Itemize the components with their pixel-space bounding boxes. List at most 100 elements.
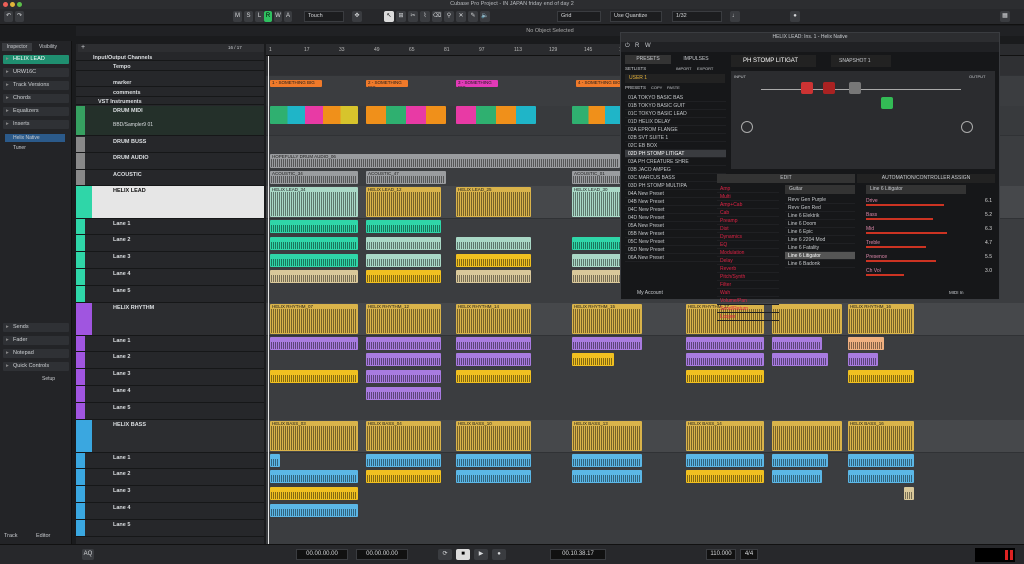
audio-event[interactable] <box>456 370 531 383</box>
preset-item[interactable]: 01D HELIX DELAY <box>625 118 726 126</box>
audio-event[interactable] <box>366 237 441 250</box>
audio-event[interactable] <box>456 254 531 267</box>
audio-event[interactable] <box>686 337 764 350</box>
lane-3[interactable]: Lane 3 <box>76 369 264 386</box>
right-locator[interactable]: 00.00.00.00 <box>356 549 408 560</box>
audio-event[interactable] <box>572 337 642 350</box>
audio-event[interactable] <box>456 353 531 366</box>
model-item[interactable]: Revv Gen Red <box>785 204 855 212</box>
insert-slot-1[interactable]: Helix Native <box>5 134 65 142</box>
audio-event[interactable] <box>456 337 531 350</box>
model-category-item[interactable]: Filter <box>717 281 779 289</box>
audio-event[interactable] <box>772 454 828 467</box>
time-display[interactable]: 00.10.38.17 <box>550 549 606 560</box>
audio-event[interactable]: HOPEFULLY DRUM AUDIO_06 <box>270 154 620 168</box>
audio-event[interactable] <box>270 370 358 383</box>
lane-1[interactable]: Lane 1 <box>76 336 264 352</box>
audio-event[interactable] <box>572 270 622 283</box>
track-vst-instruments[interactable]: VST Instruments <box>76 97 264 105</box>
audio-event[interactable] <box>848 337 884 350</box>
lane-3[interactable]: Lane 3 <box>76 252 264 269</box>
audio-event[interactable] <box>270 337 358 350</box>
audio-event[interactable] <box>572 254 622 267</box>
export-button[interactable]: EXPORT <box>697 66 713 71</box>
tab-track[interactable]: Track <box>4 533 18 539</box>
play-tool-icon[interactable]: 🔈 <box>480 11 490 22</box>
minimize-window-icon[interactable] <box>10 2 15 7</box>
preset-item[interactable]: 02B SVT SUITE 1 <box>625 134 726 142</box>
audio-event[interactable] <box>270 220 358 233</box>
preset-item[interactable]: 02A EPROM FLANGE <box>625 126 726 134</box>
parameter-slider[interactable]: Drive 6.1 <box>866 197 994 206</box>
model-item[interactable]: Line 6 Litigator <box>785 252 855 260</box>
audio-event[interactable]: HELIX RHYTHM_07 <box>270 304 358 334</box>
audio-event[interactable]: ACOUSTIC_34 <box>270 171 358 184</box>
model-category-item[interactable]: EQ <box>717 241 779 249</box>
model-category-item[interactable]: Pitch/Synth <box>717 273 779 281</box>
audio-event[interactable] <box>572 470 642 483</box>
inspector-section-inserts[interactable]: Inserts <box>3 120 69 129</box>
quantize-type-select[interactable]: Use Quantize <box>610 11 662 22</box>
mod-block[interactable] <box>881 97 893 109</box>
model-item[interactable]: Line 6 Fatality <box>785 244 855 252</box>
preset-item[interactable]: 02C EB BOX <box>625 142 726 150</box>
preset-item[interactable]: 01A TOKYO BASIC BAS <box>625 94 726 102</box>
audio-event[interactable] <box>270 237 358 250</box>
audio-event[interactable] <box>366 337 441 350</box>
audio-event[interactable] <box>366 270 441 283</box>
model-item[interactable]: Line 6 Badonk <box>785 260 855 268</box>
preset-item[interactable]: 04A New Preset <box>625 190 726 198</box>
tab-automation[interactable]: AUTOMATION/CONTROLLER ASSIGN <box>857 174 995 183</box>
mute-all-button[interactable]: M <box>233 11 242 22</box>
my-account-link[interactable]: My Account <box>637 290 663 296</box>
read-icon[interactable]: R <box>635 43 639 49</box>
model-category-item[interactable]: Reverb <box>717 265 779 273</box>
audio-event[interactable] <box>848 470 914 483</box>
parameter-slider[interactable]: Treble 4.7 <box>866 239 994 248</box>
audio-event[interactable] <box>772 337 822 350</box>
audio-event[interactable] <box>772 304 842 334</box>
preset-item[interactable]: 03B JACO AMPEG <box>625 166 726 174</box>
lane-5[interactable]: Lane 5 <box>76 520 264 537</box>
inspector-track-name[interactable]: HELIX LEAD <box>3 55 69 64</box>
aq-button[interactable]: AQ <box>82 549 94 560</box>
model-category-item[interactable]: Amp+Cab <box>717 201 779 209</box>
autoscroll-icon[interactable]: ✥ <box>352 11 362 22</box>
audio-event[interactable] <box>366 220 441 233</box>
audio-event[interactable] <box>366 470 441 483</box>
lane-2[interactable]: Lane 2 <box>76 352 264 369</box>
model-category-item[interactable]: Send/Return <box>717 305 779 313</box>
model-category-item[interactable]: Wah <box>717 289 779 297</box>
track-drum-audio[interactable]: DRUM AUDIO <box>76 153 264 170</box>
erase-tool-icon[interactable]: ⌫ <box>432 11 442 22</box>
tab-editor[interactable]: Editor <box>36 533 50 539</box>
tab-impulses[interactable]: IMPULSES <box>673 55 719 64</box>
read-automation-button[interactable]: R <box>264 11 272 22</box>
model-item[interactable]: Line 6 2204 Mod <box>785 236 855 244</box>
audio-event[interactable] <box>366 254 441 267</box>
preset-item[interactable]: 03C MARCUS BASS <box>625 174 726 182</box>
inspector-section-equalizers[interactable]: Equalizers <box>3 107 69 116</box>
lane-5[interactable]: Lane 5 <box>76 403 264 420</box>
tab-visibility[interactable]: Visibility <box>33 43 63 51</box>
track-helix-rhythm[interactable]: HELIX RHYTHM <box>76 303 264 336</box>
audio-event[interactable] <box>572 454 642 467</box>
parameter-slider[interactable]: Bass 5.2 <box>866 211 994 220</box>
model-category-item[interactable]: Looper <box>717 313 779 321</box>
audio-event[interactable]: HELIX RHYTHM_14 <box>456 304 531 334</box>
amp-block[interactable] <box>801 82 813 94</box>
tab-presets[interactable]: PRESETS <box>625 55 671 64</box>
inspector-section-routing[interactable]: URW16C <box>3 68 69 77</box>
model-category-item[interactable]: Preamp <box>717 217 779 225</box>
model-item[interactable]: Line 6 Elektrik <box>785 212 855 220</box>
model-category-item[interactable]: Multi <box>717 193 779 201</box>
model-item[interactable]: Revv Gen Purple <box>785 196 855 204</box>
model-category-item[interactable]: Dist <box>717 225 779 233</box>
audio-event[interactable] <box>686 353 764 366</box>
snapshot-select[interactable]: SNAPSHOT 1 <box>831 55 891 67</box>
marker[interactable]: 2 - SOMETHING BIG <box>366 80 408 87</box>
close-window-icon[interactable] <box>3 2 8 7</box>
lane-1[interactable]: Lane 1 <box>76 219 264 235</box>
lane-4[interactable]: Lane 4 <box>76 269 264 286</box>
write-automation-button[interactable]: W <box>274 11 282 22</box>
